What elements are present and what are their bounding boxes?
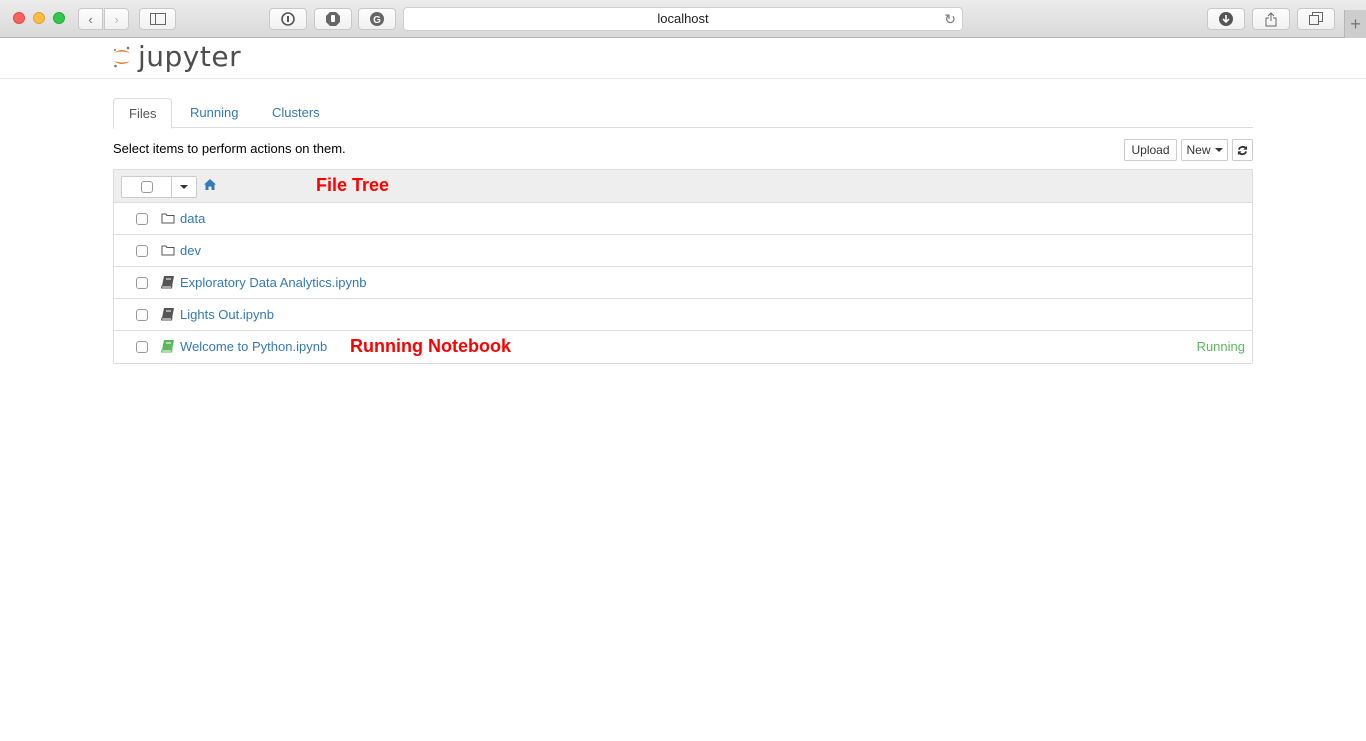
row-checkbox[interactable] [136, 245, 148, 257]
folder-icon [161, 213, 175, 224]
file-name-link[interactable]: Exploratory Data Analytics.ipynb [180, 275, 366, 290]
file-row-welcome-to-python[interactable]: Welcome to Python.ipynb Running Notebook… [114, 331, 1252, 363]
password-extension-button[interactable] [269, 8, 307, 30]
svg-text:G: G [373, 15, 381, 26]
file-row-lights-out[interactable]: Lights Out.ipynb [114, 299, 1252, 331]
jupyter-logo-icon [114, 46, 130, 68]
caret-down-icon [180, 185, 188, 189]
refresh-icon [1237, 145, 1248, 155]
jupyter-header: jupyter [0, 38, 1366, 79]
file-list: File Tree data dev Exploratory Data Anal… [113, 169, 1253, 364]
jupyter-logo[interactable]: jupyter [112, 40, 241, 74]
file-row-exploratory-data-analytics[interactable]: Exploratory Data Analytics.ipynb [114, 267, 1252, 299]
file-name-link[interactable]: data [180, 211, 205, 226]
row-checkbox[interactable] [136, 213, 148, 225]
downloads-button[interactable] [1207, 8, 1245, 30]
logo-text: jupyter [138, 40, 242, 73]
file-row-dev[interactable]: dev [114, 235, 1252, 267]
minimize-window-button[interactable] [33, 12, 45, 24]
notebook-icon [161, 276, 174, 289]
new-label: New [1186, 143, 1211, 157]
tab-running[interactable]: Running [175, 98, 253, 128]
chevron-right-icon: › [114, 11, 119, 27]
select-all-checkbox[interactable] [122, 177, 172, 197]
url-text: localhost [657, 11, 709, 26]
chevron-left-icon: ‹ [88, 11, 93, 27]
file-list-header: File Tree [114, 170, 1252, 203]
refresh-button[interactable] [1232, 139, 1253, 161]
tabs-overview-button[interactable] [1297, 8, 1335, 30]
selection-hint: Select items to perform actions on them. [113, 141, 346, 156]
address-bar[interactable]: localhost ↻ [403, 7, 963, 31]
running-notebook-icon [161, 340, 174, 353]
grammarly-extension-button[interactable]: G [358, 8, 396, 30]
row-checkbox[interactable] [136, 309, 148, 321]
file-tree-annotation: File Tree [316, 175, 390, 195]
checkbox-icon [140, 181, 153, 193]
main-tabs: Files Running Clusters [113, 98, 1253, 129]
notebook-icon [161, 308, 174, 321]
zoom-window-button[interactable] [53, 12, 65, 24]
share-icon [1265, 11, 1277, 26]
g-circle-icon: G [370, 12, 384, 26]
upload-button[interactable]: Upload [1124, 139, 1177, 161]
new-tab-button[interactable]: + [1344, 10, 1366, 38]
adblock-extension-button[interactable] [314, 8, 352, 30]
share-button[interactable] [1252, 8, 1290, 30]
sidebar-button[interactable] [139, 8, 176, 30]
tab-files[interactable]: Files [113, 98, 173, 129]
back-button[interactable]: ‹ [78, 8, 103, 30]
tab-clusters[interactable]: Clusters [257, 98, 335, 128]
plus-icon: + [1350, 14, 1361, 34]
download-circle-icon [1219, 12, 1233, 26]
select-dropdown-button[interactable] [172, 177, 196, 197]
sidebar-icon [149, 13, 166, 25]
row-checkbox[interactable] [136, 341, 148, 353]
folder-icon [161, 245, 175, 256]
close-window-button[interactable] [13, 12, 25, 24]
tabs-icon [1309, 12, 1323, 25]
upload-label: Upload [1131, 143, 1170, 157]
file-name-link[interactable]: dev [180, 243, 201, 258]
hand-stop-icon [326, 12, 340, 26]
running-status-label: Running [1196, 339, 1245, 354]
forward-button[interactable]: › [104, 8, 129, 30]
row-checkbox[interactable] [136, 277, 148, 289]
info-circle-icon [281, 12, 295, 26]
file-name-link[interactable]: Lights Out.ipynb [180, 307, 274, 322]
reload-icon[interactable]: ↻ [944, 8, 956, 30]
file-name-link[interactable]: Welcome to Python.ipynb [180, 339, 327, 354]
new-dropdown-button[interactable]: New [1181, 139, 1228, 161]
home-breadcrumb-icon[interactable] [204, 179, 216, 193]
caret-down-icon [1214, 148, 1223, 152]
running-notebook-annotation: Running Notebook [350, 336, 511, 356]
select-all-group [121, 176, 197, 198]
file-row-data[interactable]: data [114, 203, 1252, 235]
browser-toolbar: ‹ › G localhost ↻ + [0, 0, 1366, 38]
